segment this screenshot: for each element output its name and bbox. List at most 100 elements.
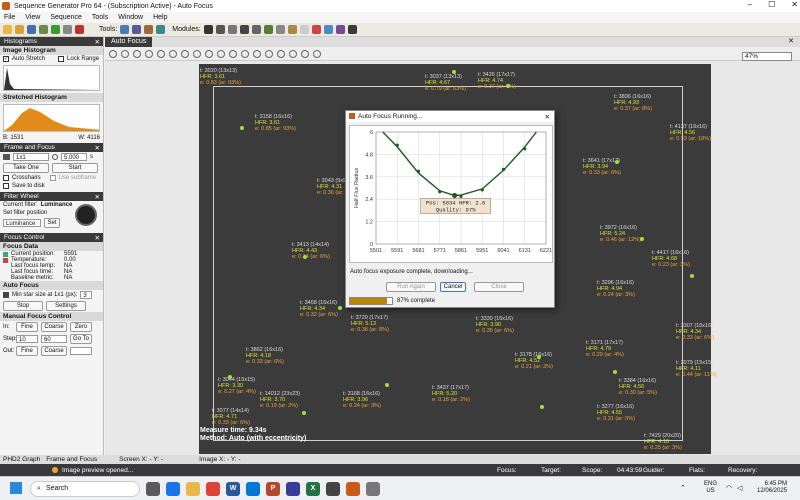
volume-icon[interactable]: ◁ (737, 484, 742, 492)
rotate-icon[interactable] (157, 49, 165, 58)
new-icon[interactable] (3, 25, 12, 34)
stop-autofocus-button[interactable]: Stop (3, 301, 43, 311)
pan-icon[interactable] (145, 49, 153, 58)
in-coarse-button[interactable]: Coarse (41, 322, 67, 332)
out-coarse-button[interactable]: Coarse (41, 346, 67, 356)
menu-tools[interactable]: Tools (92, 14, 108, 21)
run-again-button[interactable]: Run Again (386, 282, 436, 292)
module-safety-icon[interactable] (311, 25, 321, 34)
chrome-icon[interactable] (206, 481, 220, 496)
min-star-size-input[interactable]: 3 (80, 291, 93, 299)
image-histogram-plot[interactable] (3, 65, 100, 91)
redo-icon[interactable] (181, 49, 189, 58)
start-button[interactable]: Start (52, 163, 98, 173)
auto-stretch-checkbox[interactable]: ✓ (3, 56, 9, 62)
file-explorer-icon[interactable] (186, 481, 200, 496)
sgpro-icon[interactable] (346, 481, 360, 496)
solve-icon[interactable] (313, 49, 321, 58)
wifi-icon[interactable]: ◠ (726, 484, 732, 492)
out-fine-button[interactable]: Fine (16, 346, 38, 356)
minimize-icon[interactable]: – (748, 0, 752, 9)
module-focuser-icon[interactable] (227, 25, 237, 34)
take-one-button[interactable]: Take One (3, 163, 49, 173)
module-flats-icon[interactable] (299, 25, 309, 34)
tab-frame-and-focus[interactable]: Frame and Focus (46, 456, 97, 463)
tray-chevron-icon[interactable]: ⌃ (680, 484, 686, 492)
info-icon[interactable] (265, 49, 273, 58)
lock-range-checkbox[interactable] (58, 56, 65, 62)
windows-start-icon[interactable] (10, 482, 22, 494)
close-panel-icon[interactable]: ✕ (95, 193, 100, 201)
save-image-icon[interactable] (277, 49, 285, 58)
stretched-histogram-plot[interactable] (3, 104, 100, 132)
run-icon[interactable] (51, 25, 60, 34)
store-icon[interactable] (326, 481, 340, 496)
use-subframe-checkbox[interactable] (49, 175, 56, 181)
module-observatory-icon[interactable] (287, 25, 297, 34)
zoom-select[interactable]: 47% (742, 52, 792, 61)
exposure-input[interactable]: 5.000 (61, 153, 87, 161)
goto-button[interactable]: Go To (70, 334, 92, 344)
module-weather-icon[interactable] (323, 25, 333, 34)
edge-icon[interactable] (166, 481, 180, 496)
filter-select[interactable]: Luminance (3, 219, 41, 227)
close-panel-icon[interactable]: ✕ (95, 234, 100, 242)
menu-sequence[interactable]: Sequence (50, 14, 82, 21)
zoom-out-icon[interactable] (121, 49, 129, 58)
tool-focus-icon[interactable] (144, 25, 154, 34)
module-power-icon[interactable] (347, 25, 357, 34)
set-filter-button[interactable]: Set (44, 218, 60, 228)
pause-icon[interactable] (63, 25, 72, 34)
sequence-icon[interactable] (39, 25, 48, 34)
menu-help[interactable]: Help (153, 14, 167, 21)
maximize-icon[interactable]: ☐ (768, 0, 775, 9)
module-filter-icon[interactable] (215, 25, 225, 34)
crosshair-icon[interactable] (217, 49, 225, 58)
stretch-icon[interactable] (253, 49, 261, 58)
menu-file[interactable]: File (4, 14, 15, 21)
taskbar-search[interactable]: ⌕ Search (30, 480, 140, 497)
language-indicator[interactable]: ENG US (704, 481, 717, 495)
powerpoint-icon[interactable]: P (266, 481, 280, 496)
center-icon[interactable] (301, 49, 309, 58)
app-icon[interactable] (366, 481, 380, 496)
menu-view[interactable]: View (25, 14, 40, 21)
measure-icon[interactable] (229, 49, 237, 58)
module-guider-icon[interactable] (263, 25, 273, 34)
refresh-icon[interactable] (205, 49, 213, 58)
excel-icon[interactable]: X (306, 481, 320, 496)
steps-fine-input[interactable]: 10 (16, 335, 38, 343)
stop-icon[interactable] (75, 25, 84, 34)
module-dome-icon[interactable] (275, 25, 285, 34)
binning-select[interactable]: 1x1 (13, 153, 49, 161)
zoom-in-icon[interactable] (109, 49, 117, 58)
app-icon[interactable] (286, 481, 300, 496)
close-icon[interactable]: ✕ (545, 113, 550, 121)
task-view-icon[interactable] (146, 481, 160, 496)
close-button[interactable]: Close (474, 282, 524, 292)
word-icon[interactable]: W (226, 481, 240, 496)
menu-window[interactable]: Window (118, 14, 143, 21)
cancel-button[interactable]: Cancel (440, 282, 466, 292)
module-plate-solve-icon[interactable] (335, 25, 345, 34)
module-telescope-icon[interactable] (239, 25, 249, 34)
copy-icon[interactable] (289, 49, 297, 58)
module-rotator-icon[interactable] (251, 25, 261, 34)
save-to-disk-checkbox[interactable] (3, 183, 9, 189)
tool-frame-icon[interactable] (156, 25, 166, 34)
tool-image-icon[interactable] (132, 25, 142, 34)
tool-target-icon[interactable] (120, 25, 130, 34)
save-icon[interactable] (27, 25, 36, 34)
close-panel-icon[interactable]: ✕ (95, 144, 100, 152)
outlook-icon[interactable] (246, 481, 260, 496)
module-camera-icon[interactable] (203, 25, 213, 34)
close-icon[interactable]: ✕ (791, 0, 798, 9)
clock[interactable]: 6:45 PM 12/06/2025 (757, 481, 787, 495)
flip-icon[interactable] (193, 49, 201, 58)
steps-coarse-input[interactable]: 60 (41, 335, 67, 343)
zoom-fit-icon[interactable] (133, 49, 141, 58)
zero-button[interactable]: Zero (70, 322, 92, 332)
tab-phd2-graph[interactable]: PHD2 Graph (3, 456, 40, 463)
close-panel-icon[interactable]: ✕ (95, 38, 100, 46)
close-document-icon[interactable]: ✕ (788, 37, 794, 45)
